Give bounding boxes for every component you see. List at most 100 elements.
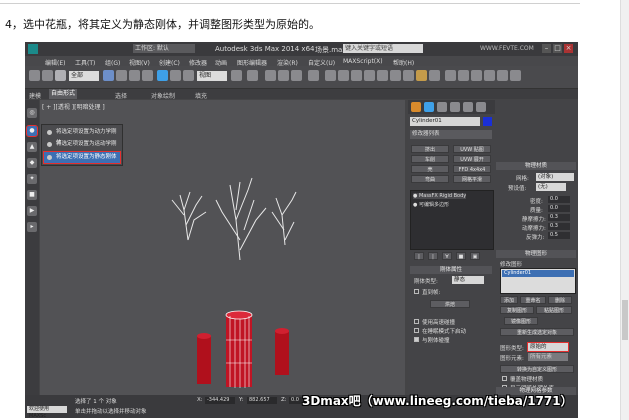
tab-selection[interactable]: 选择 [115,91,127,100]
high-speed-collide-checkbox[interactable] [414,319,419,324]
pin-stack-icon[interactable]: | [414,252,424,260]
object-color-swatch[interactable] [483,117,492,126]
selection-filter-dropdown[interactable]: 全部 [69,71,99,81]
collide-rigid-checkbox[interactable] [414,337,419,342]
display-tab-icon[interactable] [463,102,473,112]
shape-list-item[interactable]: Cylinder01 [502,270,574,277]
render-frame-icon[interactable] [429,70,440,81]
until-frame-checkbox[interactable] [414,289,419,294]
constraint-icon[interactable] [471,70,482,81]
motion-tab-icon[interactable] [450,102,460,112]
remove-modifier-icon[interactable]: ■ [456,252,466,260]
region-select-icon[interactable] [129,70,140,81]
app-logo-icon[interactable] [28,44,38,54]
convert-custom-button[interactable]: 转换为自定义图形 [500,365,574,373]
hierarchy-tab-icon[interactable] [437,102,447,112]
start-sleep-checkbox[interactable] [414,328,419,333]
physics-shapes-title[interactable]: 物理图形 [496,250,576,258]
paste-shape-button[interactable]: 粘贴图形 [536,306,572,314]
link-icon[interactable] [55,70,66,81]
maximize-icon[interactable]: □ [553,44,562,53]
select-object-icon[interactable] [103,70,114,81]
rigid-type-dropdown[interactable]: 静态 [452,276,484,284]
tab-freeform[interactable]: 自由形式 [49,89,78,99]
align-icon[interactable] [338,70,349,81]
rotate-icon[interactable] [170,70,181,81]
move-icon[interactable] [157,70,168,81]
simulate-tool-icon[interactable]: ▶ [27,206,37,216]
meshsmooth-button[interactable]: 网格平滑 [453,175,491,183]
object-name-field[interactable]: Cylinder01 [410,117,480,126]
density-field[interactable]: 0.0 [548,196,570,203]
page-scrollbar[interactable] [620,0,629,420]
static-friction-field[interactable]: 0.3 [548,214,570,221]
uvw-map-button[interactable]: UVW 贴图 [453,145,491,153]
snap-icon[interactable] [265,70,276,81]
search-input[interactable]: 键入关键字或短语 [343,44,423,53]
mirror-icon[interactable] [325,70,336,81]
massfx-tools-icon[interactable] [458,70,469,81]
mcloth-icon[interactable]: ▲ [27,142,37,152]
physics-material-title[interactable]: 物理材质 [496,162,576,170]
scrollbar-thumb[interactable] [622,300,628,340]
shell-button[interactable]: 壳 [411,165,449,173]
tab-object-paint[interactable]: 对象绘制 [151,91,175,100]
extrude-button[interactable]: 挤出 [411,145,449,153]
modifier-stack[interactable]: ● MassFX Rigid Body ● 可编辑多边形 [410,190,494,250]
workspace-dropdown[interactable]: 工作区: 默认 [133,44,195,53]
delete-shape-button[interactable]: 删除 [548,296,572,304]
pivot-center-icon[interactable] [231,70,242,81]
schematic-icon[interactable] [377,70,388,81]
y-coord-field[interactable]: 882.657 [247,397,277,404]
bounciness-field[interactable]: 0.5 [548,232,570,239]
reference-coord-dropdown[interactable]: 视图 [197,71,227,81]
override-material-checkbox[interactable] [502,376,507,381]
ragdoll-tool-icon[interactable]: ✦ [27,174,37,184]
window-crossing-icon[interactable] [142,70,153,81]
maxscript-listener[interactable]: 欢迎使用 MAXSc [27,406,67,418]
rename-shape-button[interactable]: 重命名 [520,296,546,304]
modifier-list-dropdown[interactable]: 修改器列表 [410,130,492,139]
mirror-shape-button[interactable]: 镜像图形 [504,317,538,325]
world-params-icon[interactable]: ◎ [27,108,37,118]
scale-icon[interactable] [183,70,194,81]
constraint-tool-icon[interactable]: ◆ [27,158,37,168]
copy-shape-button[interactable]: 复制图形 [500,306,534,314]
mesh-dropdown[interactable]: (对象) [536,173,574,181]
named-selection-icon[interactable] [308,70,319,81]
add-shape-button[interactable]: 添加 [500,296,518,304]
set-static-rigid-item[interactable]: 将选定项设置为静态刚体 [43,151,121,164]
minimize-icon[interactable]: – [542,44,551,53]
shape-list[interactable]: Cylinder01 [500,268,576,294]
rigid-body-icon[interactable]: ● [26,125,38,137]
menu-maxscript[interactable]: MAXScript(X) [343,58,383,65]
undo-icon[interactable] [29,70,40,81]
redo-icon[interactable] [42,70,53,81]
step-tool-icon[interactable]: ▸ [27,222,37,232]
layer-icon[interactable] [351,70,362,81]
bend-button[interactable]: 弯曲 [411,175,449,183]
preset-dropdown[interactable]: (无) [536,183,566,191]
regenerate-button[interactable]: 重新生成选定对象 [500,328,574,336]
uvw-unwrap-button[interactable]: UVW 展开 [453,155,491,163]
tab-populate[interactable]: 填充 [195,91,207,100]
stack-item-massfx[interactable]: ● MassFX Rigid Body [413,193,467,199]
dynamic-friction-field[interactable]: 0.3 [548,223,570,230]
set-kinematic-rigid-item[interactable]: 将选定项设置为运动学刚体 [44,139,120,158]
lathe-button[interactable]: 车削 [411,155,449,163]
render-setup-icon[interactable] [403,70,414,81]
show-end-result-icon[interactable]: | [428,252,438,260]
material-editor-icon[interactable] [390,70,401,81]
massfx-toolbar-icon[interactable] [445,70,456,81]
reset-tool-icon[interactable]: ■ [27,190,37,200]
set-dynamic-rigid-item[interactable]: 将选定项设置为动力学刚体 [44,127,120,146]
bake-button[interactable]: 烘焙 [430,300,470,308]
reset-sim-icon[interactable] [497,70,508,81]
select-manipulate-icon[interactable] [247,70,258,81]
percent-snap-icon[interactable] [291,70,302,81]
ffd-button[interactable]: FFD 4x4x4 [453,165,491,173]
utilities-tab-icon[interactable] [476,102,486,112]
select-by-name-icon[interactable] [116,70,127,81]
mass-field[interactable]: 0.0 [548,205,570,212]
create-tab-icon[interactable] [411,102,421,112]
